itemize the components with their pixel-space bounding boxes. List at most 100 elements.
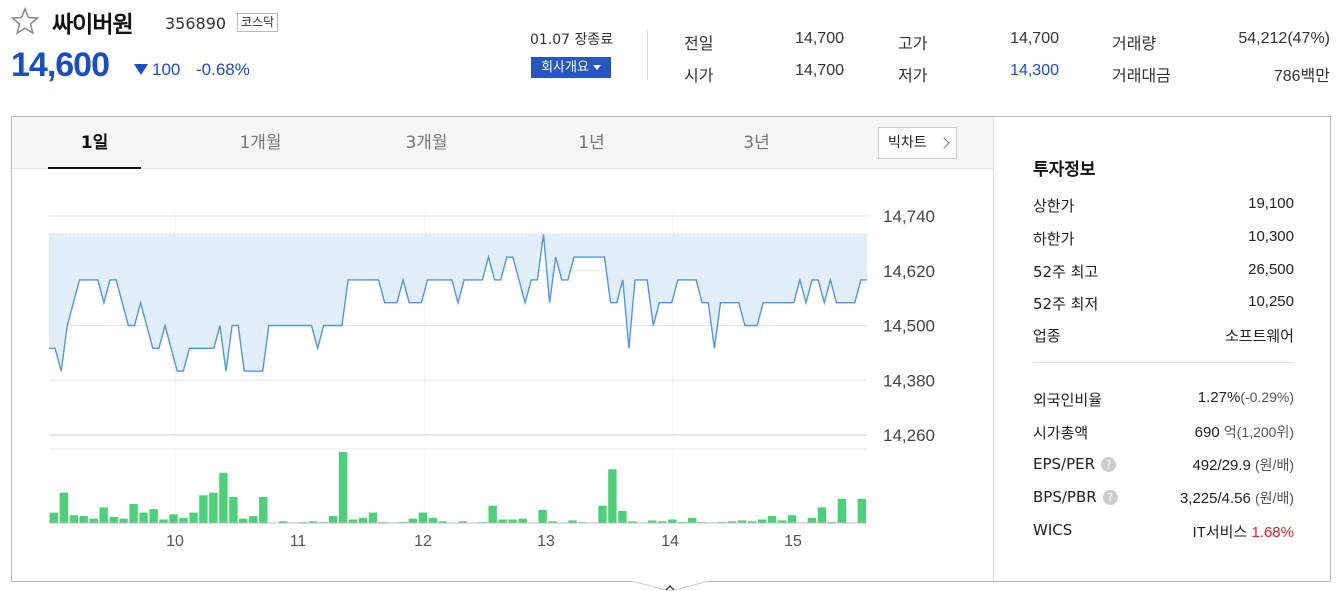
- trade-amount-label: 거래대금: [1112, 66, 1171, 85]
- help-icon[interactable]: ?: [1101, 457, 1117, 472]
- price-change-value: 100: [152, 60, 181, 79]
- foreign-ratio-change: (-0.29%): [1240, 389, 1294, 405]
- x-tick-label: 10: [166, 533, 184, 550]
- bps-pbr-value: 3,225/4.56 (원/배): [1180, 488, 1294, 508]
- volume-bar: [358, 517, 368, 523]
- week52-high-label: 52주 최고: [1033, 263, 1099, 281]
- eps-per-text: EPS/PER: [1033, 455, 1096, 473]
- volume-bar: [757, 519, 767, 523]
- period-tabs: 1일 1개월 3개월 1년 3년 빅차트: [12, 117, 993, 169]
- eps-per-unit: (원/배): [1255, 457, 1294, 473]
- x-tick-label: 14: [661, 533, 679, 550]
- tab-1day[interactable]: 1일: [48, 117, 141, 169]
- volume-bar: [109, 516, 118, 523]
- big-chart-button[interactable]: 빅차트: [878, 127, 957, 159]
- investment-info-panel: 투자정보 상한가 19,100 하한가 10,300 52주 최고 26,500…: [993, 117, 1330, 581]
- favorite-star-icon[interactable]: [10, 6, 40, 36]
- industry-value[interactable]: 소프트웨어: [1225, 325, 1294, 346]
- market-cap-label: 시가총액: [1033, 424, 1089, 442]
- expand-toggle[interactable]: [631, 581, 709, 591]
- volume-bar: [89, 518, 98, 523]
- volume-bar: [119, 518, 128, 523]
- trade-amount-value: 786백만: [1273, 68, 1330, 85]
- volume-bar: [79, 516, 88, 523]
- volume-bar: [538, 510, 547, 523]
- lower-limit-value: 10,300: [1248, 228, 1294, 245]
- tab-3years[interactable]: 3년: [710, 117, 803, 169]
- wics-value[interactable]: IT서비스 1.68%: [1193, 521, 1294, 542]
- tab-1year[interactable]: 1년: [545, 117, 638, 169]
- volume-bar: [139, 512, 148, 523]
- company-overview-button[interactable]: 회사개요: [531, 57, 611, 78]
- chart-area: 1일 1개월 3개월 1년 3년 빅차트 14,740 14,620 14,500 1…: [12, 117, 993, 581]
- low-value: 14,300: [1010, 62, 1059, 79]
- wics-sector: IT서비스: [1192, 524, 1248, 541]
- tab-1month[interactable]: 1개월: [214, 117, 307, 169]
- volume-bar: [59, 492, 68, 523]
- wics-label: WICS: [1033, 521, 1073, 539]
- volume-bar: [239, 518, 248, 523]
- volume-bar: [249, 516, 258, 523]
- y-tick-label: 14,380: [883, 371, 935, 390]
- big-chart-label: 빅차트: [888, 135, 927, 151]
- volume-bar: [418, 512, 428, 523]
- x-tick-label: 11: [290, 533, 307, 550]
- bps-pbr-text: BPS/PBR: [1033, 488, 1097, 506]
- week52-low-value: 10,250: [1248, 293, 1294, 310]
- price-chart[interactable]: 14,740 14,620 14,500 14,380 14,260 10 11 12 13 14…: [12, 169, 993, 579]
- current-price: 14,600: [11, 46, 110, 84]
- low-label: 저가: [898, 66, 928, 85]
- volume-bar: [767, 516, 777, 523]
- volume-bar: [408, 518, 418, 523]
- y-tick-label: 14,740: [883, 207, 935, 226]
- chart-panel: 1일 1개월 3개월 1년 3년 빅차트 14,740 14,620 14,500 1…: [11, 116, 1331, 582]
- eps-per-value: 492/29.9 (원/배): [1192, 455, 1294, 475]
- prev-close-value: 14,700: [795, 30, 844, 47]
- volume-bar: [817, 507, 827, 523]
- high-value: 14,700: [1010, 30, 1059, 47]
- volume-bar: [169, 514, 178, 523]
- divider: [647, 30, 648, 80]
- volume-label: 거래량: [1112, 34, 1157, 53]
- stock-code: 356890: [165, 14, 227, 33]
- volume-bar: [348, 519, 358, 523]
- chevron-right-icon: [938, 137, 950, 149]
- volume-bar: [69, 515, 78, 523]
- volume-bar: [209, 492, 218, 523]
- volume-bar: [199, 495, 208, 523]
- volume-bar: [688, 517, 697, 523]
- tab-3months[interactable]: 3개월: [380, 117, 473, 169]
- x-tick-label: 15: [784, 533, 802, 550]
- volume-bar: [229, 497, 238, 523]
- market-cap-value: 690 억(1,200위): [1195, 422, 1294, 442]
- bps-pbr-label: BPS/PBR?: [1033, 488, 1118, 506]
- bps-pbr-unit: (원/배): [1255, 490, 1294, 506]
- volume-bar: [49, 512, 58, 523]
- prev-close-label: 전일: [684, 34, 714, 53]
- week52-low-label: 52주 최저: [1033, 295, 1099, 313]
- divider: [1033, 362, 1294, 363]
- eps-per-label: EPS/PER?: [1033, 455, 1117, 473]
- volume-bar: [99, 507, 108, 523]
- y-tick-label: 14,620: [883, 262, 935, 281]
- volume-bar: [837, 498, 847, 523]
- lower-limit-label: 하한가: [1033, 230, 1075, 248]
- volume-bar: [328, 516, 338, 523]
- volume-bar: [149, 509, 158, 523]
- upper-limit-value: 19,100: [1248, 195, 1294, 212]
- y-tick-label: 14,260: [883, 426, 935, 445]
- caret-down-icon: [592, 65, 601, 70]
- volume-bar: [857, 498, 866, 523]
- volume-value: 54,212(47%): [1238, 30, 1330, 47]
- volume-bar: [428, 517, 438, 523]
- market-cap-rank: 억(1,200위): [1223, 424, 1294, 440]
- help-icon[interactable]: ?: [1102, 490, 1118, 505]
- volume-bar: [368, 512, 378, 523]
- volume-bar: [338, 452, 348, 523]
- foreign-ratio-number: 1.27%: [1197, 389, 1241, 406]
- foreign-ratio-label: 외국인비율: [1033, 391, 1103, 409]
- volume-bar: [787, 515, 797, 523]
- x-tick-label: 12: [414, 533, 432, 550]
- volume-bar: [179, 517, 188, 523]
- company-overview-label: 회사개요: [541, 60, 589, 75]
